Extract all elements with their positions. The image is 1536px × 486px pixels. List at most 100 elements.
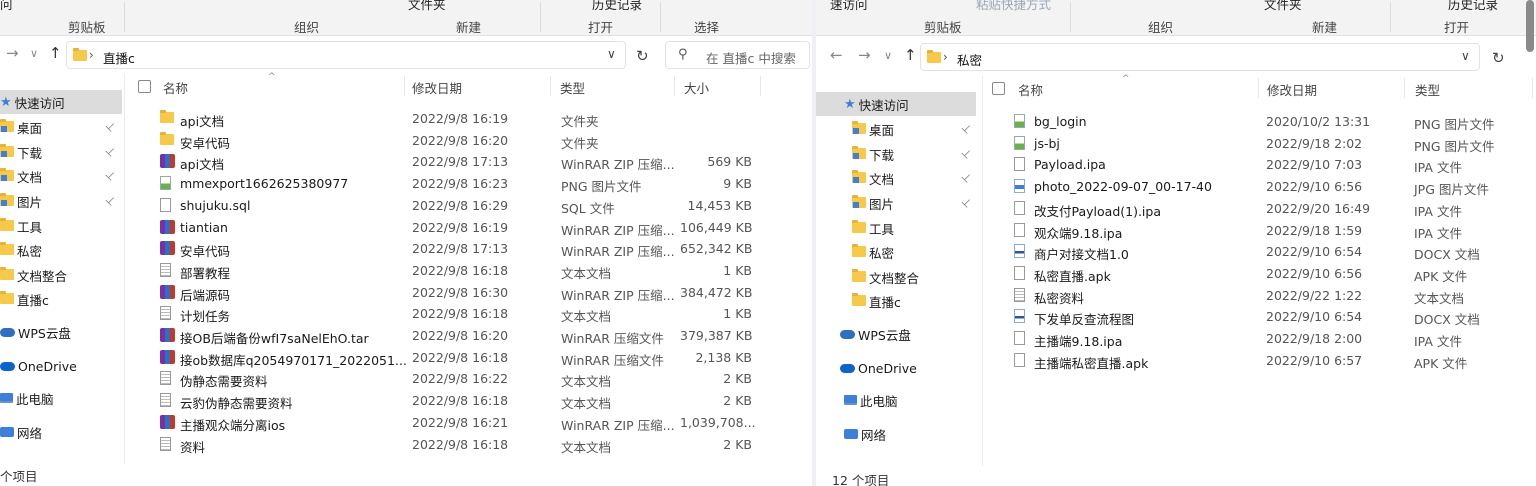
pane-splitter[interactable] (982, 76, 983, 466)
file-row[interactable]: tiantian 2022/9/8 16:19 WinRAR ZIP 压缩... 10… (160, 217, 810, 239)
file-row[interactable]: 主播端私密直播.apk 2022/9/10 6:57 APK 文件 (1014, 350, 1534, 372)
file-row[interactable]: 改支付Payload(1).ipa 2022/9/20 16:49 IPA 文件 (1014, 198, 1534, 220)
file-row[interactable]: 后端源码 2022/9/8 16:30 WinRAR ZIP 压缩... 384,47… (160, 282, 810, 304)
file-name: 私密直播.apk (1034, 268, 1111, 284)
sidebar-item[interactable]: 私密 (0, 238, 150, 262)
refresh-button[interactable]: ↻ (636, 47, 649, 65)
file-row[interactable]: shujuku.sql 2022/9/8 16:29 SQL 文件 14,453 KB (160, 195, 810, 217)
breadcrumb-current[interactable]: 直播c (103, 48, 135, 67)
ribbon-top-label[interactable]: 历史记录 (1448, 0, 1498, 13)
column-separator[interactable] (760, 76, 761, 96)
file-row[interactable]: 观众端9.18.ipa 2022/9/18 1:59 IPA 文件 (1014, 220, 1534, 242)
column-separator[interactable] (404, 76, 405, 96)
file-row[interactable]: 私密直播.apk 2022/9/10 6:56 APK 文件 (1014, 263, 1534, 285)
address-dropdown-button[interactable]: ∨ (1461, 49, 1470, 63)
file-row[interactable]: api文档 2022/9/8 17:13 WinRAR ZIP 压缩... 569 K… (160, 151, 810, 173)
file-row[interactable]: 主播端9.18.ipa 2022/9/18 2:00 IPA 文件 (1014, 328, 1534, 350)
sidebar-item[interactable]: 文档整合 (0, 263, 150, 287)
address-bar[interactable]: › 私密 ∨ (920, 43, 1480, 71)
recent-locations-button[interactable]: ∨ (884, 49, 892, 62)
ribbon-top-label[interactable]: 粘贴快捷方式 (976, 0, 1051, 13)
sidebar-item[interactable]: 文档 (0, 164, 150, 188)
column-separator[interactable] (674, 76, 675, 96)
file-row[interactable]: 云豹伪静态需要资料 2022/9/8 16:18 文本文档 2 KB (160, 390, 810, 412)
pane-splitter[interactable] (124, 74, 125, 464)
sidebar-item[interactable]: 此电脑 (844, 388, 994, 412)
sidebar-item[interactable]: 直播c (0, 287, 150, 311)
column-separator[interactable] (1258, 78, 1259, 98)
sidebar-item[interactable]: 工具 (852, 216, 1002, 240)
file-date: 2022/9/22 1:22 (1266, 287, 1363, 303)
up-button[interactable]: ↑ (904, 46, 917, 64)
recent-locations-button[interactable]: ∨ (30, 47, 38, 60)
ribbon-top-label[interactable]: 文件夹 (1264, 0, 1302, 13)
select-all-checkbox[interactable] (138, 80, 151, 93)
column-header-date[interactable]: 修改日期 (412, 78, 462, 97)
sidebar-item[interactable]: 工具 (0, 214, 150, 238)
sidebar-item[interactable]: ★ 快速访问 (0, 90, 122, 114)
search-input[interactable]: 在 直播c 中搜索 (706, 48, 796, 67)
file-row[interactable]: 计划任务 2022/9/8 16:18 文本文档 1 KB (160, 303, 810, 325)
sidebar-item[interactable]: 私密 (852, 240, 1002, 264)
ribbon-top-label[interactable]: 速访问 (830, 0, 868, 13)
file-row[interactable]: 私密资料 2022/9/22 1:22 文本文档 (1014, 285, 1534, 307)
file-row[interactable]: 商户对接文档1.0 2022/9/10 6:54 DOCX 文档 (1014, 241, 1534, 263)
column-separator[interactable] (550, 76, 551, 96)
sidebar-item[interactable]: 文档整合 (852, 265, 1002, 289)
ribbon-top-label[interactable]: 问 (0, 0, 13, 13)
ribbon-top-label[interactable]: 文件夹 (408, 0, 446, 13)
sidebar-item[interactable]: 此电脑 (0, 386, 150, 410)
file-row[interactable]: photo_2022-09-07_00-17-40 2022/9/10 6:56 J… (1014, 176, 1534, 198)
column-header-type[interactable]: 类型 (560, 78, 585, 97)
file-row[interactable]: 资料 2022/9/8 16:18 文本文档 2 KB (160, 434, 810, 456)
sidebar-item[interactable]: 桌面 (852, 117, 1002, 141)
sidebar-item[interactable]: ★ 快速访问 (816, 92, 976, 116)
sidebar-item[interactable]: WPS云盘 (840, 322, 990, 346)
sidebar-item[interactable]: 文档 (852, 166, 1002, 190)
sidebar-item[interactable]: 直播c (852, 289, 1002, 313)
up-button[interactable]: ↑ (49, 44, 62, 62)
file-row[interactable]: 安卓代码 2022/9/8 17:13 WinRAR ZIP 压缩... 652,34… (160, 238, 810, 260)
sidebar-item[interactable]: 网络 (0, 420, 150, 444)
column-header-type[interactable]: 类型 (1415, 80, 1440, 99)
address-dropdown-button[interactable]: ∨ (607, 47, 616, 61)
file-row[interactable]: 接ob数据库q2054970171_2022051... 2022/9/8 16:… (160, 347, 810, 369)
column-header-name[interactable]: 名称 (163, 78, 188, 97)
file-row[interactable]: 部署教程 2022/9/8 16:18 文本文档 1 KB (160, 260, 810, 282)
file-row[interactable]: 下发单反查流程图 2022/9/10 6:54 DOCX 文档 (1014, 306, 1534, 328)
sidebar-item[interactable]: 网络 (844, 422, 994, 446)
file-row[interactable]: 接OB后端备份wfI7saNelEhO.tar 2022/9/8 16:20 Win… (160, 325, 810, 347)
sidebar-item[interactable]: 下载 (0, 140, 150, 164)
file-row[interactable]: bg_login 2020/10/2 13:31 PNG 图片文件 (1014, 111, 1534, 133)
sidebar-item[interactable]: OneDrive (0, 354, 150, 378)
sidebar-item[interactable]: 图片 (852, 191, 1002, 215)
refresh-button[interactable]: ↻ (1492, 49, 1505, 67)
file-row[interactable]: 伪静态需要资料 2022/9/8 16:22 文本文档 2 KB (160, 368, 810, 390)
back-button[interactable]: ← (830, 46, 843, 64)
address-bar-row: → ∨ ↑ › 直播c ∨ ↻ ⚲ 在 直播c 中搜索 (0, 38, 812, 72)
file-row[interactable]: mmexport1662625380977 2022/9/8 16:23 PNG 图… (160, 173, 810, 195)
column-header-name[interactable]: 名称 (1018, 80, 1043, 99)
breadcrumb-current[interactable]: 私密 (957, 50, 982, 69)
column-separator[interactable] (1532, 78, 1533, 98)
sidebar-item[interactable]: 桌面 (0, 115, 150, 139)
file-row[interactable]: js-bj 2022/9/18 2:02 PNG 图片文件 (1014, 133, 1534, 155)
ribbon-top-label[interactable]: 历史记录 (592, 0, 642, 13)
column-header-date[interactable]: 修改日期 (1267, 80, 1317, 99)
forward-button[interactable]: → (858, 46, 871, 64)
sidebar-item[interactable]: 图片 (0, 189, 150, 213)
search-box[interactable]: ⚲ 在 直播c 中搜索 (665, 41, 810, 69)
sidebar-item[interactable]: OneDrive (840, 356, 990, 380)
column-separator[interactable] (1404, 78, 1405, 98)
select-all-checkbox[interactable] (992, 82, 1005, 95)
file-row[interactable]: 安卓代码 2022/9/8 16:20 文件夹 (160, 130, 810, 152)
forward-button[interactable]: → (6, 44, 19, 62)
column-header-size[interactable]: 大小 (684, 78, 709, 97)
sidebar-item[interactable]: WPS云盘 (0, 320, 150, 344)
file-row[interactable]: 主播观众端分离ios 2022/9/8 16:21 WinRAR ZIP 压缩...… (160, 412, 810, 434)
file-row[interactable]: api文档 2022/9/8 16:19 文件夹 (160, 108, 810, 130)
file-row[interactable]: Payload.ipa 2022/9/10 7:03 IPA 文件 (1014, 154, 1534, 176)
folder-icon (852, 243, 866, 260)
sidebar-item[interactable]: 下载 (852, 142, 1002, 166)
address-bar[interactable]: › 直播c ∨ (66, 41, 626, 69)
